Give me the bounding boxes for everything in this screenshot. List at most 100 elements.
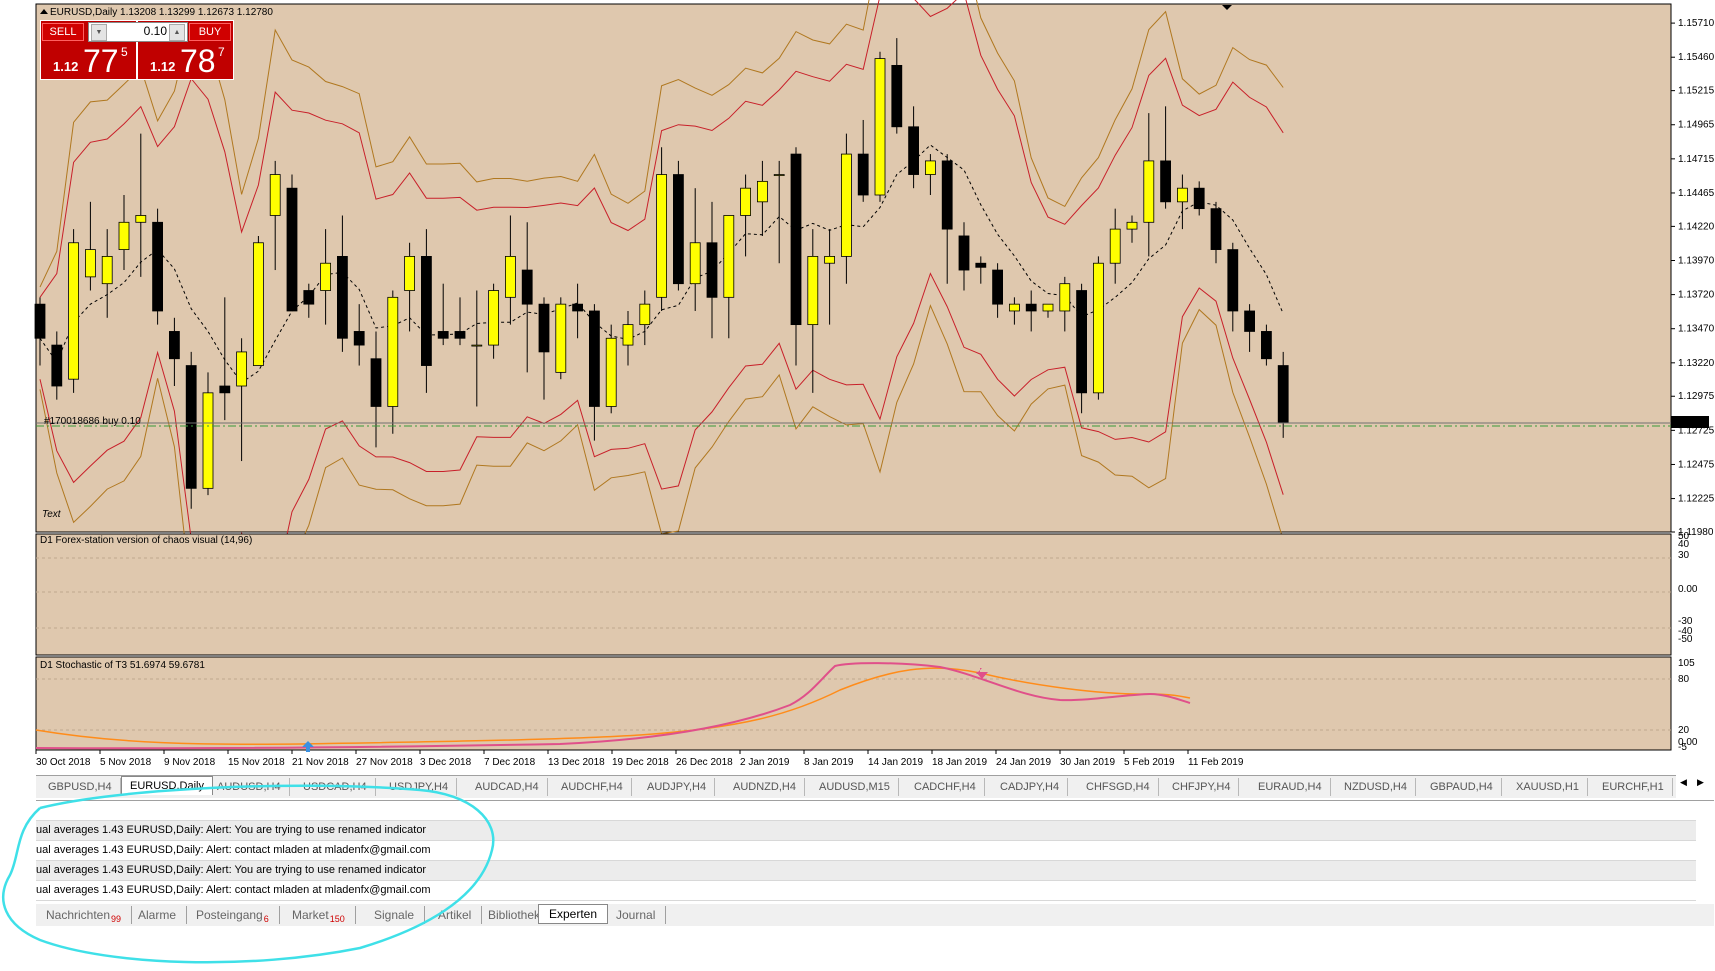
- price-tick-label: 1.12975: [1678, 391, 1715, 402]
- bear-candle: [1076, 290, 1087, 394]
- terminal-tab[interactable]: Journal: [606, 906, 667, 924]
- terminal-tab-label: Experten: [549, 907, 598, 921]
- text-object[interactable]: Text: [42, 509, 62, 520]
- lot-decrease-icon[interactable]: ▼: [91, 24, 107, 41]
- symbol-tab[interactable]: AUDNZD,H4: [725, 778, 805, 796]
- lot-size-stepper[interactable]: ▼ 0.10 ▲: [88, 22, 188, 42]
- indicator2-tick-label: 0.00: [1678, 737, 1698, 748]
- bull-candle: [773, 174, 785, 176]
- bear-candle: [1210, 208, 1222, 250]
- bull-candle: [1093, 262, 1104, 394]
- bear-candle: [353, 331, 365, 346]
- indicator2-panel[interactable]: [35, 656, 1672, 751]
- symbol-tab[interactable]: CHFJPY,H4: [1164, 778, 1240, 796]
- time-axis-label: 30 Jan 2019: [1060, 757, 1115, 768]
- indicator1-label: D1 Forex-station version of chaos visual…: [40, 535, 252, 546]
- terminal-tab-label: Journal: [616, 908, 656, 922]
- bear-candle: [168, 331, 180, 360]
- time-axis-label: 27 Nov 2018: [356, 757, 413, 768]
- bull-candle: [1177, 187, 1188, 203]
- lot-size-value[interactable]: 0.10: [109, 24, 167, 38]
- order-label: #170018686 buy 0.10: [44, 416, 141, 427]
- bull-candle: [471, 344, 483, 347]
- symbol-tab[interactable]: AUDJPY,H4: [639, 778, 716, 796]
- buy-price-sup: 7: [218, 45, 225, 59]
- bull-candle: [1009, 303, 1020, 312]
- bull-candle: [1059, 283, 1071, 312]
- bear-candle: [857, 153, 869, 196]
- bull-candle: [622, 324, 634, 346]
- bear-candle: [1227, 249, 1239, 312]
- bull-candle: [1042, 303, 1054, 312]
- lot-increase-icon[interactable]: ▲: [169, 24, 185, 41]
- symbol-tab[interactable]: CADCHF,H4: [906, 778, 985, 796]
- annotation-scribble: [2, 784, 495, 964]
- bear-candle: [1261, 331, 1272, 360]
- sell-price-big: 77: [83, 43, 119, 79]
- symbol-tab[interactable]: XAUUSD,H1: [1508, 778, 1588, 796]
- time-axis-label: 13 Dec 2018: [548, 757, 605, 768]
- indicator1-panel[interactable]: [35, 533, 1672, 656]
- bull-candle: [252, 242, 264, 366]
- symbol-tab[interactable]: EURAUD,H4: [1250, 778, 1331, 796]
- indicator2-label: D1 Stochastic of T3 51.6974 59.6781: [40, 660, 205, 671]
- bull-candle: [824, 256, 835, 264]
- time-axis-label: 3 Dec 2018: [420, 757, 472, 768]
- bull-candle: [202, 392, 214, 489]
- sell-button[interactable]: SELL: [42, 23, 84, 41]
- time-axis-label: 8 Jan 2019: [804, 757, 854, 768]
- bull-candle: [723, 215, 735, 298]
- tabs-scroll-left-icon[interactable]: ◀: [1680, 777, 1687, 788]
- time-axis-label: 5 Nov 2018: [100, 757, 152, 768]
- bear-candle: [1277, 365, 1289, 424]
- buy-price-prefix: 1.12: [150, 59, 176, 74]
- symbol-tab[interactable]: NZDUSD,H4: [1336, 778, 1416, 796]
- price-tick-label: 1.14465: [1678, 188, 1715, 199]
- bear-candle: [538, 303, 550, 353]
- price-tick-label: 1.14715: [1678, 154, 1715, 165]
- bear-candle: [1160, 160, 1171, 203]
- bear-candle: [1025, 303, 1037, 312]
- bull-candle: [605, 337, 617, 407]
- buy-button[interactable]: BUY: [189, 23, 231, 41]
- time-axis-label: 19 Dec 2018: [612, 757, 669, 768]
- price-tick-label: 1.12225: [1678, 494, 1715, 505]
- symbol-tab[interactable]: EURCHF,H1: [1594, 778, 1673, 796]
- symbol-tab[interactable]: CHFSGD,H4: [1078, 778, 1159, 796]
- tabs-scroll-right-icon[interactable]: ▶: [1697, 777, 1704, 788]
- bull-candle: [639, 303, 651, 326]
- symbol-tab[interactable]: CADJPY,H4: [992, 778, 1069, 796]
- bull-candle: [236, 351, 248, 387]
- bull-candle: [504, 256, 516, 298]
- bear-candle: [1193, 187, 1205, 210]
- symbol-tab[interactable]: GBPAUD,H4: [1422, 778, 1502, 796]
- indicator1-tick-label: 40: [1678, 539, 1690, 550]
- price-tick-label: 1.13720: [1678, 290, 1715, 301]
- bull-candle: [841, 153, 852, 257]
- time-axis-label: 14 Jan 2019: [868, 757, 923, 768]
- price-scale: 1.15710 1.15460 1.15215 1.14965 1.14715 1.144…: [1671, 18, 1715, 538]
- main-chart-panel[interactable]: [35, 3, 1672, 533]
- price-tick-label: 1.15710: [1678, 18, 1715, 29]
- bull-candle: [1143, 160, 1155, 223]
- bear-candle: [152, 221, 164, 312]
- time-axis-label: 9 Nov 2018: [164, 757, 216, 768]
- bear-candle: [975, 262, 987, 268]
- indicator2-scale: 1058020-50.00: [1678, 658, 1698, 753]
- time-axis-label: 7 Dec 2018: [484, 757, 536, 768]
- symbol-tab[interactable]: AUDCHF,H4: [553, 778, 632, 796]
- bull-candle: [85, 249, 96, 278]
- terminal-tab[interactable]: Experten: [538, 904, 609, 924]
- bear-candle: [673, 174, 684, 285]
- price-tick-label: 1.13970: [1678, 255, 1715, 266]
- time-axis-label: 11 Feb 2019: [1188, 757, 1244, 768]
- symbol-tab[interactable]: AUDUSD,M15: [811, 778, 899, 796]
- bear-candle: [420, 256, 432, 366]
- sell-price-prefix: 1.12: [53, 59, 79, 74]
- price-tick-label: 1.13470: [1678, 324, 1715, 335]
- bull-candle: [320, 262, 332, 291]
- bull-candle: [757, 180, 768, 203]
- bull-candle: [488, 290, 500, 346]
- bear-candle: [908, 126, 919, 175]
- price-tick-label: 1.15460: [1678, 52, 1715, 63]
